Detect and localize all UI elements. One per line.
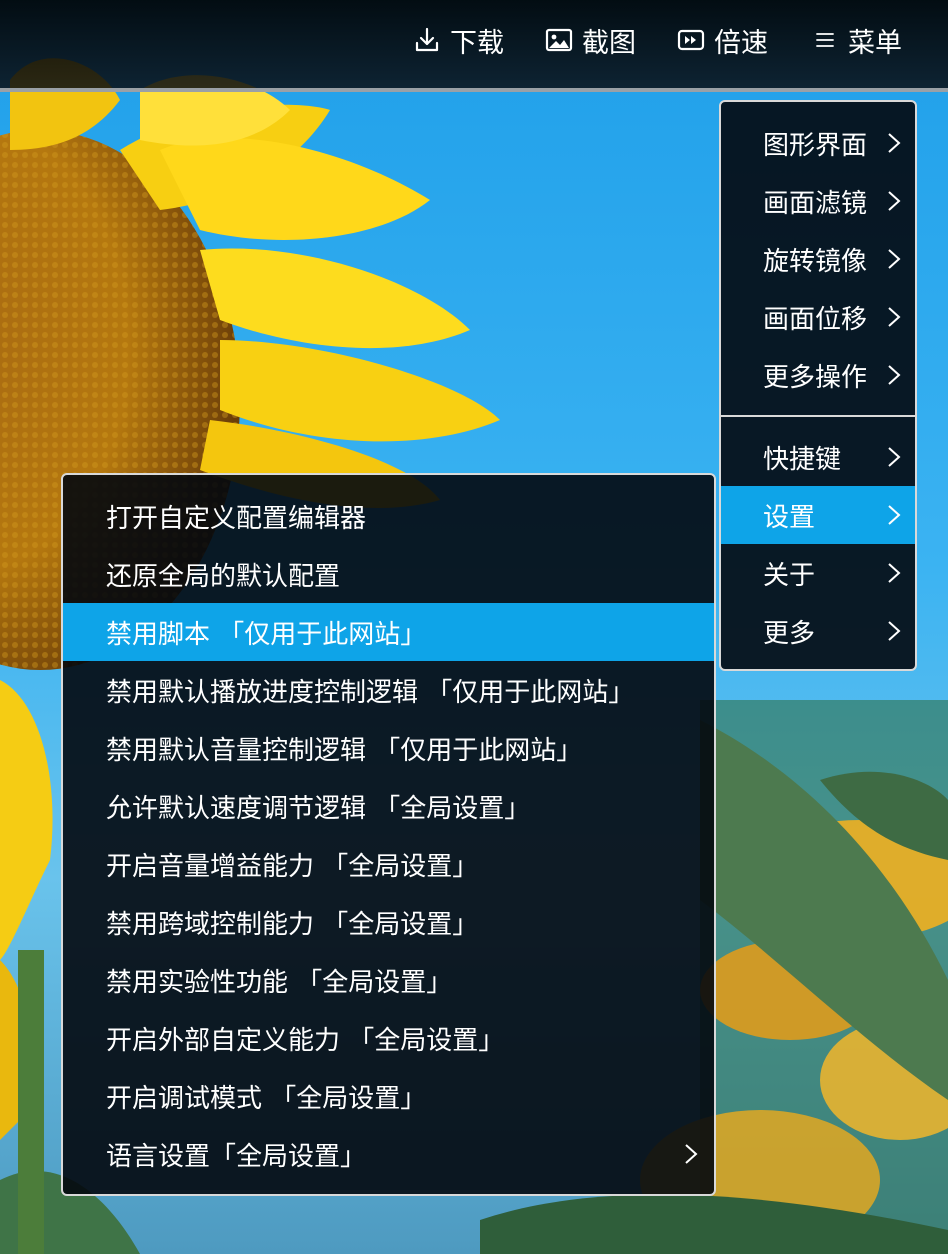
image-icon [544, 25, 574, 55]
video-player[interactable]: 下载 截图 倍速 菜单 图形界面 画面滤镜 旋转镜像 画面位移 更多操作 快捷键… [0, 0, 948, 1254]
chevron-right-icon [888, 563, 901, 583]
submenu-item-label: 开启调试模式 「全局设置」 [106, 1083, 427, 1114]
menu-item-label: 更多 [763, 618, 816, 649]
hamburger-icon [810, 25, 840, 55]
menu-item-label: 设置 [763, 502, 816, 533]
submenu-item-label: 语言设置「全局设置」 [106, 1141, 367, 1172]
submenu-item-label: 禁用默认音量控制逻辑 「仅用于此网站」 [106, 735, 583, 766]
chevron-right-icon [888, 505, 901, 525]
submenu-item-label: 禁用实验性功能 「全局设置」 [106, 967, 453, 998]
menu-item-rotate-mirror[interactable]: 旋转镜像 [721, 230, 915, 288]
download-button[interactable]: 下载 [412, 18, 504, 62]
submenu-item-volume-gain[interactable]: 开启音量增益能力 「全局设置」 [63, 835, 714, 893]
menu-item-label: 关于 [763, 560, 816, 591]
menu-item-label: 画面位移 [763, 304, 868, 335]
menu-item-label: 快捷键 [763, 444, 842, 475]
menu-item-more-actions[interactable]: 更多操作 [721, 346, 915, 404]
submenu-item-label: 允许默认速度调节逻辑 「全局设置」 [106, 793, 531, 824]
menu-label: 菜单 [848, 27, 902, 59]
menu-item-label: 画面滤镜 [763, 188, 868, 219]
submenu-item-label: 禁用默认播放进度控制逻辑 「仅用于此网站」 [106, 677, 635, 708]
screenshot-label: 截图 [582, 27, 636, 59]
menu-item-more[interactable]: 更多 [721, 602, 915, 660]
download-label: 下载 [450, 27, 504, 59]
submenu-item-label: 打开自定义配置编辑器 [106, 503, 367, 534]
menu-item-label: 图形界面 [763, 130, 868, 161]
speed-label: 倍速 [714, 27, 768, 59]
menu-item-label: 旋转镜像 [763, 246, 868, 277]
submenu-item-disable-volume-control[interactable]: 禁用默认音量控制逻辑 「仅用于此网站」 [63, 719, 714, 777]
chevron-right-icon [888, 307, 901, 327]
submenu-item-label: 禁用跨域控制能力 「全局设置」 [106, 909, 479, 940]
chevron-right-icon [888, 133, 901, 153]
chevron-right-icon [888, 191, 901, 211]
speed-button[interactable]: 倍速 [676, 18, 768, 62]
chevron-right-icon [888, 621, 901, 641]
submenu-item-label: 还原全局的默认配置 [106, 561, 341, 592]
menu-item-offset[interactable]: 画面位移 [721, 288, 915, 346]
submenu-item-label: 开启音量增益能力 「全局设置」 [106, 851, 479, 882]
player-toolbar: 下载 截图 倍速 菜单 [0, 0, 948, 92]
submenu-item-open-config-editor[interactable]: 打开自定义配置编辑器 [63, 487, 714, 545]
chevron-right-icon [888, 447, 901, 467]
submenu-item-external-customization[interactable]: 开启外部自定义能力 「全局设置」 [63, 1009, 714, 1067]
menu-item-shortcuts[interactable]: 快捷键 [721, 428, 915, 486]
submenu-item-disable-cross-origin[interactable]: 禁用跨域控制能力 「全局设置」 [63, 893, 714, 951]
menu-item-gui[interactable]: 图形界面 [721, 114, 915, 172]
chevron-right-icon [685, 1144, 698, 1164]
screenshot-button[interactable]: 截图 [544, 18, 636, 62]
submenu-item-disable-experimental[interactable]: 禁用实验性功能 「全局设置」 [63, 951, 714, 1009]
main-menu: 图形界面 画面滤镜 旋转镜像 画面位移 更多操作 快捷键 设置 关于 更多 [719, 100, 917, 671]
submenu-item-label: 开启外部自定义能力 「全局设置」 [106, 1025, 505, 1056]
download-icon [412, 25, 442, 55]
submenu-item-label: 禁用脚本 「仅用于此网站」 [106, 619, 427, 650]
submenu-item-disable-script[interactable]: 禁用脚本 「仅用于此网站」 [63, 603, 714, 661]
menu-button[interactable]: 菜单 [810, 18, 902, 62]
fast-forward-icon [676, 25, 706, 55]
menu-item-about[interactable]: 关于 [721, 544, 915, 602]
menu-item-filters[interactable]: 画面滤镜 [721, 172, 915, 230]
submenu-item-disable-progress-control[interactable]: 禁用默认播放进度控制逻辑 「仅用于此网站」 [63, 661, 714, 719]
settings-submenu: 打开自定义配置编辑器 还原全局的默认配置 禁用脚本 「仅用于此网站」 禁用默认播… [61, 473, 716, 1196]
menu-item-label: 更多操作 [763, 362, 868, 393]
submenu-item-allow-speed-control[interactable]: 允许默认速度调节逻辑 「全局设置」 [63, 777, 714, 835]
submenu-item-language[interactable]: 语言设置「全局设置」 [63, 1125, 714, 1183]
submenu-item-debug-mode[interactable]: 开启调试模式 「全局设置」 [63, 1067, 714, 1125]
submenu-item-restore-defaults[interactable]: 还原全局的默认配置 [63, 545, 714, 603]
chevron-right-icon [888, 249, 901, 269]
menu-divider [721, 415, 915, 417]
chevron-right-icon [888, 365, 901, 385]
menu-item-settings[interactable]: 设置 [721, 486, 915, 544]
